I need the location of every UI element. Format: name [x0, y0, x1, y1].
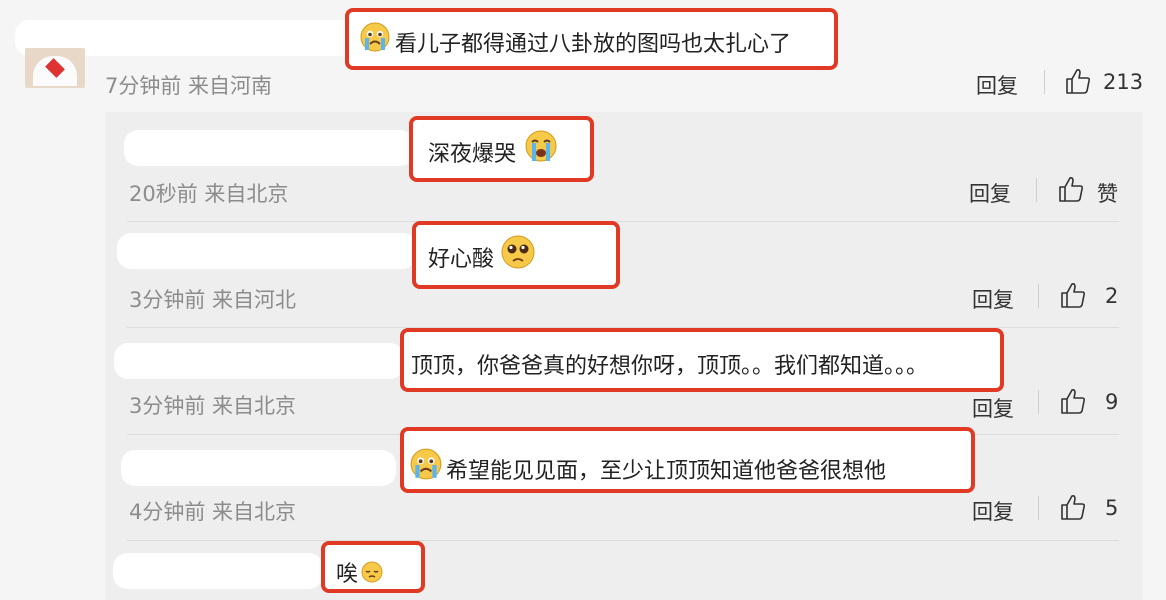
- reply-button[interactable]: 回复: [976, 70, 1018, 100]
- reply-divider: [127, 221, 1119, 222]
- reply-divider: [127, 540, 1119, 541]
- username-blurred: [114, 343, 404, 379]
- comment-text: 看儿子都得通过八卦放的图吗也太扎心了: [395, 32, 792, 57]
- reply-button[interactable]: 回复: [969, 178, 1011, 208]
- username-blurred: [113, 553, 323, 589]
- reply-button[interactable]: 回复: [972, 393, 1014, 423]
- action-divider: [1038, 390, 1039, 414]
- thumbs-up-icon[interactable]: [1058, 175, 1084, 203]
- pleading-face-icon: [501, 235, 535, 269]
- reply-text: 深夜爆哭: [428, 142, 517, 167]
- crying-face-icon: [360, 22, 390, 52]
- avatar[interactable]: [25, 48, 85, 88]
- reply-button[interactable]: 回复: [972, 284, 1014, 314]
- reply-text: 顶顶，你爸爸真的好想你呀，顶顶。。我们都知道。。。: [411, 354, 929, 379]
- like-count: 213: [1103, 70, 1144, 94]
- username-blurred: [124, 130, 414, 166]
- loudly-crying-face-icon: [525, 130, 557, 162]
- reply-meta: 3分钟前 来自北京: [129, 394, 297, 418]
- action-divider: [1038, 284, 1039, 308]
- pensive-face-icon: [361, 561, 383, 583]
- username-blurred: [121, 450, 396, 486]
- reply-text: 希望能见见面，至少让顶顶知道他爸爸很想他: [446, 459, 887, 484]
- reply-meta: 20秒前 来自北京: [129, 182, 289, 206]
- reply-meta: 3分钟前 来自河北: [129, 288, 297, 312]
- username-blurred: [117, 233, 417, 269]
- reply-meta: 4分钟前 来自北京: [129, 500, 297, 524]
- comment-meta: 7分钟前 来自河南: [105, 74, 273, 98]
- thumbs-up-icon[interactable]: [1060, 281, 1086, 309]
- action-divider: [1036, 178, 1037, 202]
- thumbs-up-icon[interactable]: [1060, 493, 1086, 521]
- crying-face-icon: [410, 448, 442, 480]
- like-count: 2: [1105, 284, 1119, 308]
- reply-button[interactable]: 回复: [972, 496, 1014, 526]
- reply-text: 唉: [336, 562, 359, 587]
- like-count: 9: [1105, 390, 1119, 414]
- reply-text: 好心酸: [428, 247, 495, 272]
- thumbs-up-icon[interactable]: [1060, 387, 1086, 415]
- action-divider: [1038, 496, 1039, 520]
- like-label[interactable]: 赞: [1097, 178, 1118, 208]
- action-divider: [1044, 70, 1045, 94]
- thumbs-up-icon[interactable]: [1065, 67, 1091, 95]
- like-count: 5: [1105, 496, 1119, 520]
